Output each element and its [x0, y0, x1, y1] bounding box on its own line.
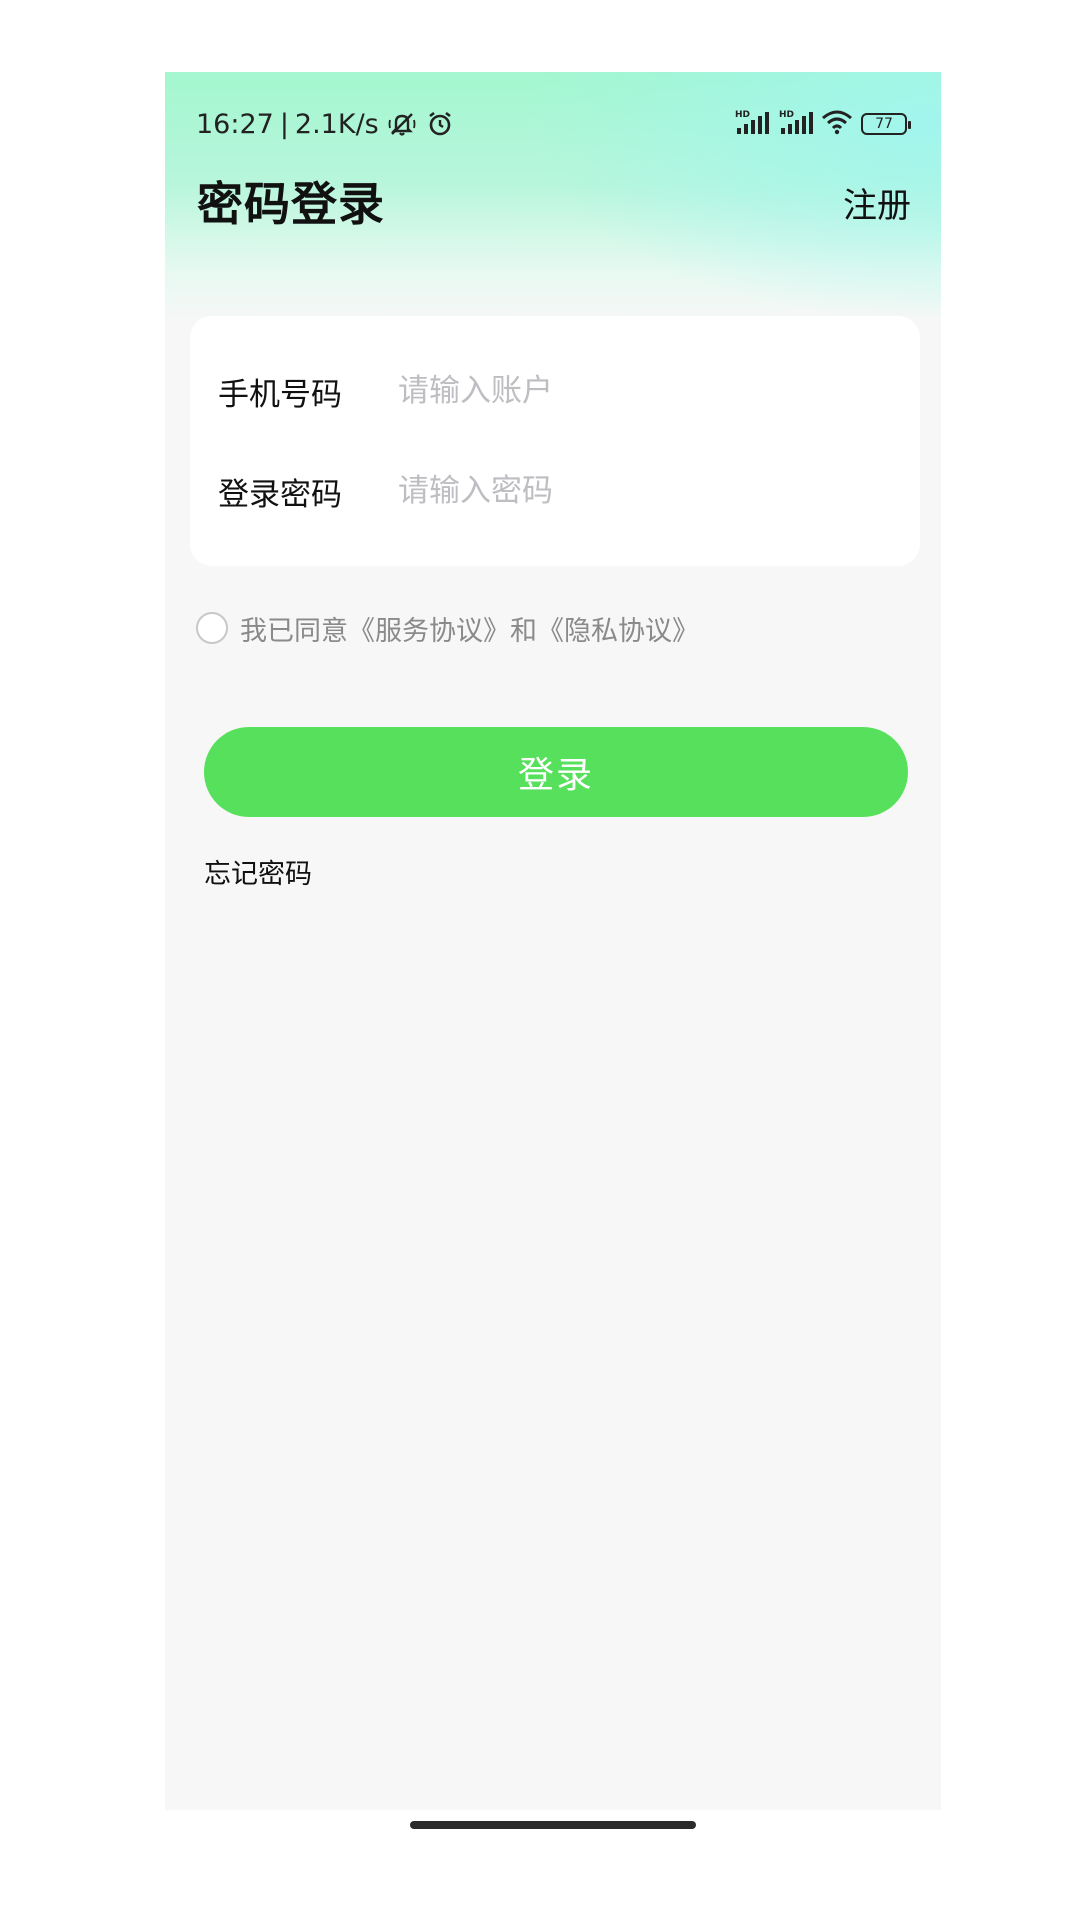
phone-input[interactable] [398, 373, 878, 409]
signal-hd-icon: HD [777, 108, 813, 140]
agreement-row: 我已同意《服务协议》和《隐私协议》 [196, 609, 699, 648]
login-form-card: 手机号码 登录密码 [190, 316, 920, 566]
svg-text:HD: HD [735, 110, 750, 120]
agreement-text[interactable]: 我已同意《服务协议》和《隐私协议》 [240, 609, 699, 648]
page-title: 密码登录 [197, 177, 385, 231]
battery-level: 77 [875, 116, 893, 132]
mute-icon [387, 109, 417, 139]
svg-text:HD: HD [779, 110, 794, 120]
agreement-checkbox[interactable] [196, 612, 228, 644]
status-separator: | [279, 108, 289, 140]
battery-icon: 77 [861, 113, 911, 135]
alarm-icon [425, 109, 455, 139]
app-screen: 16:27 | 2.1K/s HD HD 77 密码登录 注册 手机号码 请输入… [165, 72, 941, 1810]
status-right: HD HD 77 [733, 102, 911, 146]
status-time: 16:27 [196, 108, 274, 140]
status-net-speed: 2.1K/s [294, 108, 379, 140]
password-label: 登录密码 [218, 476, 342, 513]
password-input[interactable] [398, 473, 878, 509]
signal-hd-icon: HD [733, 108, 769, 140]
phone-row: 手机号码 [190, 341, 920, 441]
phone-label: 手机号码 [218, 376, 342, 413]
password-row: 登录密码 [190, 441, 920, 541]
register-link[interactable]: 注册 [843, 178, 911, 227]
home-indicator[interactable] [410, 1821, 696, 1829]
status-left: 16:27 | 2.1K/s [196, 102, 455, 146]
status-bar: 16:27 | 2.1K/s HD HD 77 [165, 102, 941, 146]
wifi-icon [821, 109, 853, 139]
login-button[interactable]: 登录 [204, 727, 908, 817]
forgot-password-link[interactable]: 忘记密码 [204, 852, 312, 891]
